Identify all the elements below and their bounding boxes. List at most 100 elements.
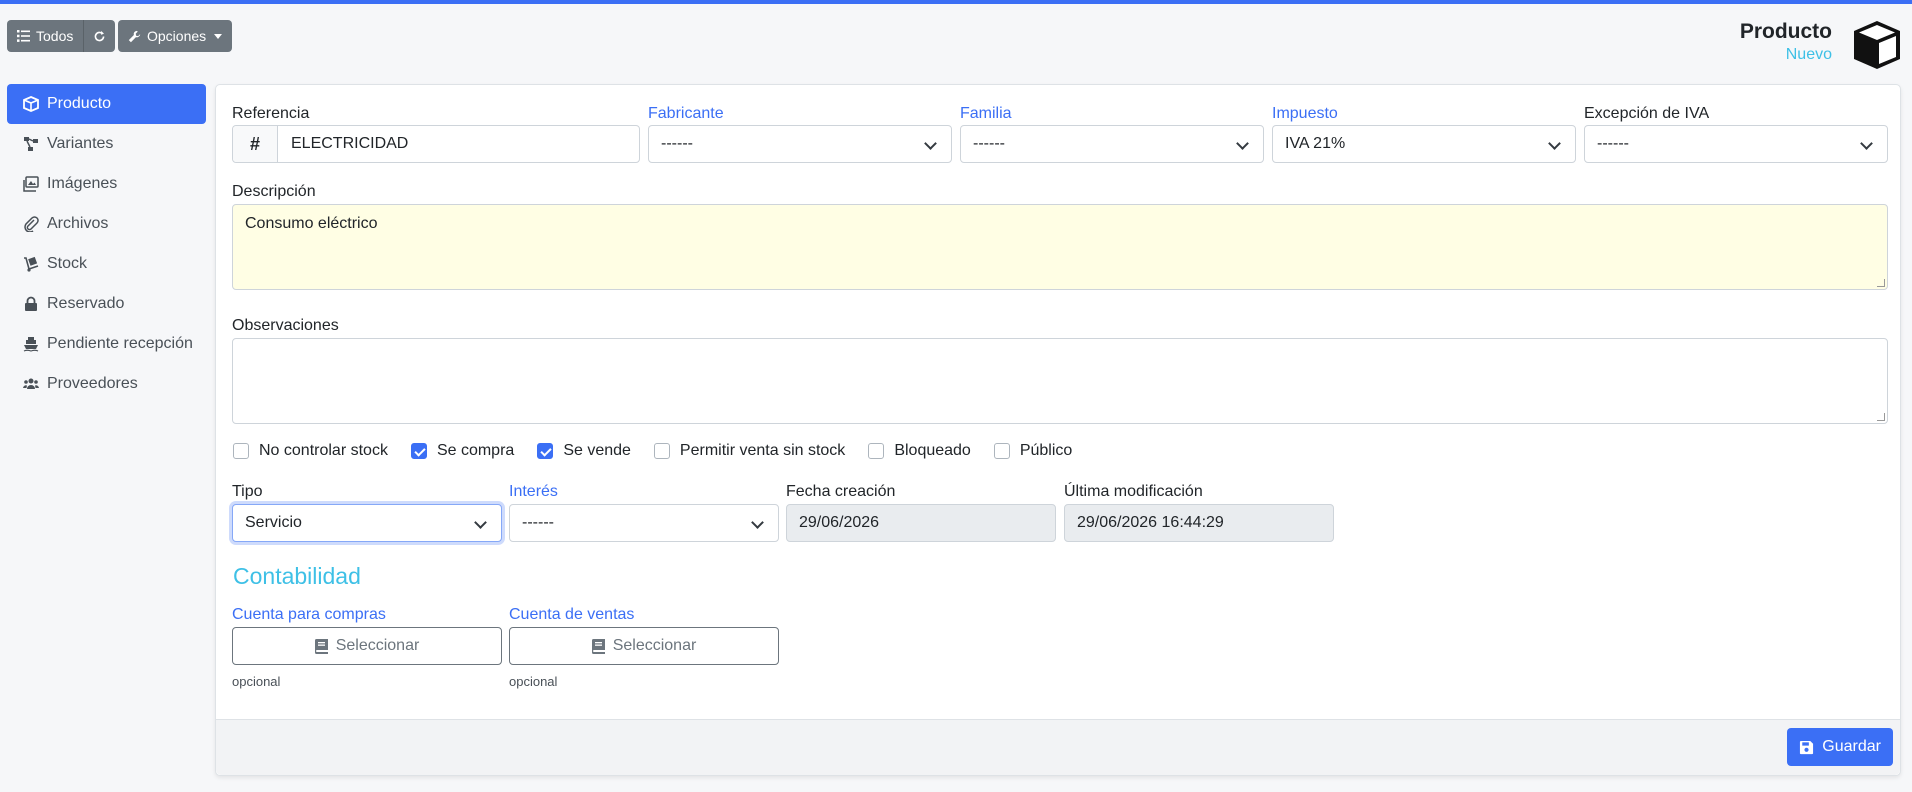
fabricante-value: ------ <box>661 135 693 152</box>
cuenta-ventas-link[interactable]: Cuenta de ventas <box>509 606 634 624</box>
images-icon <box>23 176 39 192</box>
cube-icon <box>23 96 39 112</box>
caret-down-icon <box>214 33 223 39</box>
project-diagram-icon <box>24 137 38 151</box>
familia-link[interactable]: Familia <box>960 105 1012 123</box>
fabricante-link[interactable]: Fabricante <box>648 105 724 123</box>
contabilidad-title: Contabilidad <box>233 563 361 589</box>
checkbox-box[interactable] <box>653 443 670 459</box>
descripcion-textarea[interactable]: Consumo eléctrico <box>232 204 1888 290</box>
resize-handle[interactable] <box>1877 279 1885 287</box>
interes-select[interactable]: ------ <box>509 504 779 542</box>
list-icon <box>17 30 30 42</box>
seleccionar-label: Seleccionar <box>335 637 420 654</box>
compras-hint: opcional <box>232 674 281 689</box>
opciones-button[interactable]: Opciones <box>118 20 233 52</box>
cube-icon <box>1854 21 1900 69</box>
bloqueado-checkbox[interactable]: Bloqueado <box>868 442 971 460</box>
users-icon <box>23 378 39 389</box>
tipo-value: Servicio <box>245 514 302 531</box>
refresh-icon <box>94 30 105 41</box>
sidebar-item-proveedores[interactable]: Proveedores <box>7 364 206 404</box>
checkbox-box[interactable] <box>993 443 1010 459</box>
ventas-hint: opcional <box>509 674 558 689</box>
observaciones-label: Observaciones <box>232 317 339 334</box>
sidebar-item-pendiente-recepcion[interactable]: Pendiente recepción <box>7 324 206 364</box>
sidebar-item-label: Variantes <box>47 135 114 152</box>
checkbox-label: Se compra <box>436 442 515 459</box>
resize-handle[interactable] <box>1877 413 1885 421</box>
sidebar-item-reservado[interactable]: Reservado <box>7 284 206 324</box>
checkbox-box[interactable] <box>537 443 554 459</box>
excepcion-iva-label: Excepción de IVA <box>1584 105 1710 122</box>
checkbox-label: Permitir venta sin stock <box>679 442 846 459</box>
paperclip-icon <box>24 216 39 232</box>
seleccionar-ventas-button[interactable]: Seleccionar <box>509 627 779 665</box>
ultima-modificacion-field: 29/06/2026 16:44:29 <box>1064 504 1334 542</box>
familia-select[interactable]: ------ <box>960 125 1264 163</box>
sidebar-item-label: Pendiente recepción <box>47 335 193 352</box>
excepcion-iva-select[interactable]: ------ <box>1584 125 1888 163</box>
fabricante-select[interactable]: ------ <box>648 125 952 163</box>
sidebar-item-label: Producto <box>47 95 112 112</box>
tipo-label: Tipo <box>232 483 263 500</box>
list-button-group: Todos <box>7 20 116 52</box>
sidebar-item-label: Reservado <box>47 295 125 312</box>
se-compra-checkbox[interactable]: Se compra <box>410 442 515 460</box>
hash-icon: # <box>233 126 278 162</box>
product-options: No controlar stock Se compra Se vende Pe… <box>233 442 1095 460</box>
sidebar-item-producto[interactable]: Producto <box>7 84 206 124</box>
dolly-icon <box>24 256 39 272</box>
todos-label: Todos <box>36 28 74 44</box>
impuesto-select[interactable]: IVA 21% <box>1272 125 1576 163</box>
lock-icon <box>25 296 37 311</box>
checkbox-box[interactable] <box>233 443 249 459</box>
checkbox-box[interactable] <box>410 443 427 459</box>
sidebar-item-stock[interactable]: Stock <box>7 244 206 284</box>
guardar-label: Guardar <box>1822 738 1881 755</box>
observaciones-textarea[interactable] <box>232 338 1888 424</box>
page-subtitle: Nuevo <box>1785 46 1832 63</box>
permitir-venta-sin-stock-checkbox[interactable]: Permitir venta sin stock <box>653 442 846 460</box>
checkbox-label: Bloqueado <box>894 442 971 459</box>
checkbox-box[interactable] <box>868 443 885 459</box>
interes-link[interactable]: Interés <box>509 483 558 501</box>
sidebar-item-variantes[interactable]: Variantes <box>7 124 206 164</box>
sidebar-item-label: Proveedores <box>47 375 138 392</box>
guardar-button[interactable]: Guardar <box>1787 728 1893 766</box>
publico-checkbox[interactable]: Público <box>993 442 1072 460</box>
sidebar-item-label: Imágenes <box>47 175 118 192</box>
seleccionar-compras-button[interactable]: Seleccionar <box>232 627 502 665</box>
book-icon <box>591 638 605 654</box>
se-vende-checkbox[interactable]: Se vende <box>537 442 631 460</box>
impuesto-value: IVA 21% <box>1285 135 1346 152</box>
referencia-value: ELECTRICIDAD <box>291 135 409 152</box>
no-controlar-stock-checkbox[interactable]: No controlar stock <box>233 442 388 460</box>
fecha-creacion-field: 29/06/2026 <box>786 504 1056 542</box>
referencia-input[interactable]: # ELECTRICIDAD <box>232 125 640 163</box>
impuesto-link[interactable]: Impuesto <box>1272 105 1338 123</box>
sidebar-item-archivos[interactable]: Archivos <box>7 204 206 244</box>
page-title: Producto <box>1739 20 1832 43</box>
sidebar: Producto Variantes Imágenes Archivos Sto… <box>7 84 206 404</box>
checkbox-label: Se vende <box>563 442 631 459</box>
excepcion-iva-value: ------ <box>1597 135 1629 152</box>
interes-value: ------ <box>522 514 554 531</box>
product-form-card: Referencia # ELECTRICIDAD Fabricante ---… <box>215 84 1901 776</box>
descripcion-label: Descripción <box>232 183 316 200</box>
cuenta-compras-link[interactable]: Cuenta para compras <box>232 606 386 624</box>
card-footer: Guardar <box>216 719 1900 775</box>
descripcion-value: Consumo eléctrico <box>245 215 378 232</box>
todos-button[interactable]: Todos <box>7 20 84 52</box>
refresh-button[interactable] <box>83 20 116 52</box>
ship-icon <box>23 337 39 352</box>
opciones-label: Opciones <box>147 28 207 44</box>
tipo-select[interactable]: Servicio <box>232 504 502 542</box>
book-icon <box>314 638 328 654</box>
sidebar-item-imagenes[interactable]: Imágenes <box>7 164 206 204</box>
referencia-label: Referencia <box>232 105 310 122</box>
top-accent-bar <box>0 0 1912 4</box>
ultima-modificacion-label: Última modificación <box>1064 483 1203 500</box>
seleccionar-label: Seleccionar <box>612 637 697 654</box>
ultima-modificacion-value: 29/06/2026 16:44:29 <box>1077 514 1224 531</box>
